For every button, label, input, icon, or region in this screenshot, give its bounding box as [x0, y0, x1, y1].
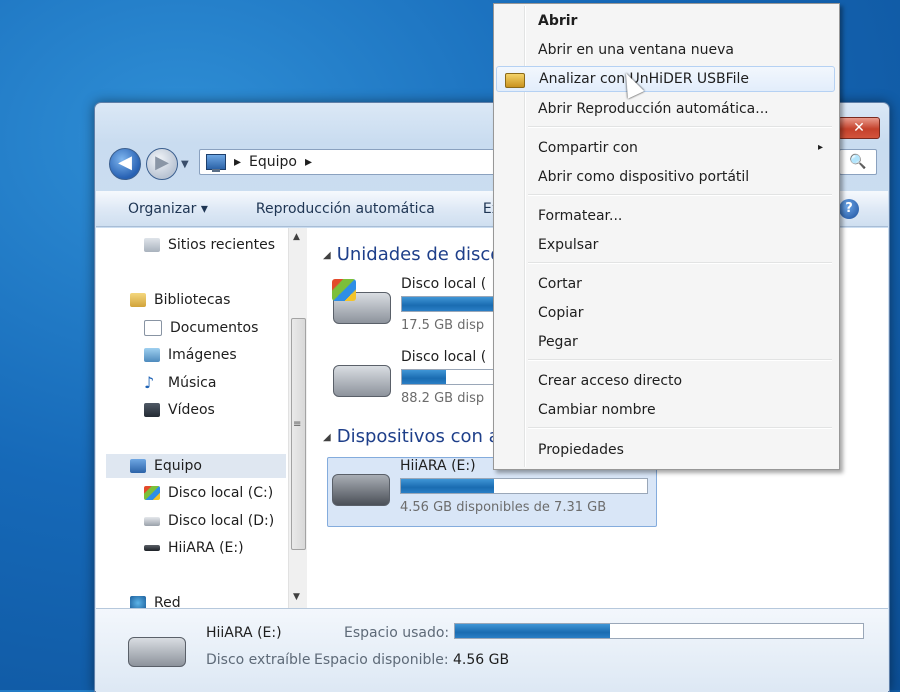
sidebar-item-computer[interactable]: Equipo	[106, 454, 286, 478]
menu-item-autoplay[interactable]: Abrir Reproducción automática...	[496, 96, 835, 122]
windows-drive-icon	[144, 486, 160, 500]
computer-icon	[130, 459, 146, 473]
recent-pages-dropdown-icon[interactable]: ▼	[181, 159, 189, 170]
breadcrumb-separator[interactable]: ▸	[305, 154, 312, 170]
grip-icon: ≡	[293, 419, 302, 430]
collapse-icon[interactable]: ◢	[323, 432, 331, 443]
details-drive-type: Disco extraíble	[206, 652, 311, 668]
sidebar-item-music[interactable]: ♪ Música	[144, 371, 216, 395]
address-bar[interactable]: ▸ Equipo ▸	[199, 149, 507, 175]
sidebar-item-pictures[interactable]: Imágenes	[144, 343, 237, 367]
capacity-fill	[401, 479, 495, 493]
free-space-label: Espacio disponible:	[314, 652, 449, 668]
search-icon: 🔍	[849, 154, 867, 170]
used-space-bar	[454, 623, 864, 639]
menu-item-scan-unhider[interactable]: Analizar con UnHiDER USBFile	[496, 66, 835, 92]
group-header-removable[interactable]: ◢ Dispositivos con a	[323, 426, 500, 447]
group-header-hard-disks[interactable]: ◢ Unidades de disco	[323, 244, 501, 265]
menu-separator	[528, 359, 832, 361]
sidebar-item-recent-places[interactable]: Sitios recientes	[144, 233, 275, 257]
usb-drive-icon	[332, 474, 390, 506]
usb-drive-icon	[144, 545, 160, 551]
navigation-pane: Sitios recientes Bibliotecas Documentos …	[96, 228, 313, 608]
music-icon: ♪	[144, 373, 155, 392]
menu-item-open-new-window[interactable]: Abrir en una ventana nueva	[496, 37, 835, 63]
menu-item-format[interactable]: Formatear...	[496, 203, 835, 229]
menu-separator	[528, 427, 832, 429]
drive-icon	[333, 365, 391, 397]
scroll-up-icon[interactable]: ▲	[293, 232, 300, 242]
network-icon	[130, 596, 146, 608]
help-icon[interactable]: ?	[839, 199, 859, 219]
sidebar-item-drive-e[interactable]: HiiARA (E:)	[144, 536, 244, 560]
menu-item-open[interactable]: Abrir	[496, 8, 835, 34]
menu-item-share-with[interactable]: Compartir con ▸	[496, 135, 835, 161]
menu-item-properties[interactable]: Propiedades	[496, 437, 835, 463]
usb-drive-icon	[128, 637, 186, 667]
sidebar-item-network[interactable]: Red	[130, 591, 181, 608]
sidebar-item-drive-c[interactable]: Disco local (C:)	[144, 481, 273, 505]
details-pane: HiiARA (E:) Disco extraíble Espacio usad…	[96, 608, 888, 692]
sidebar-item-documents[interactable]: Documentos	[144, 316, 258, 340]
organize-button[interactable]: Organizar ▾	[128, 201, 208, 217]
autoplay-button[interactable]: Reproducción automática	[256, 201, 435, 217]
navigation-scrollbar[interactable]: ▲ ≡ ▼	[288, 228, 307, 608]
sidebar-item-videos[interactable]: Vídeos	[144, 398, 215, 422]
used-space-label: Espacio usado:	[344, 625, 450, 641]
capacity-fill	[402, 370, 447, 384]
menu-separator	[528, 262, 832, 264]
menu-item-create-shortcut[interactable]: Crear acceso directo	[496, 368, 835, 394]
submenu-arrow-icon: ▸	[817, 142, 823, 153]
collapse-icon[interactable]: ◢	[323, 250, 331, 261]
menu-item-eject[interactable]: Expulsar	[496, 232, 835, 258]
recent-places-icon	[144, 238, 160, 252]
libraries-icon	[130, 293, 146, 307]
breadcrumb-separator[interactable]: ▸	[234, 154, 241, 170]
search-input[interactable]: 🔍	[839, 149, 877, 175]
scrollbar-thumb[interactable]: ≡	[291, 318, 306, 550]
menu-separator	[528, 126, 832, 128]
capacity-bar	[400, 478, 648, 494]
sidebar-item-drive-d[interactable]: Disco local (D:)	[144, 509, 274, 533]
videos-icon	[144, 403, 160, 417]
windows-drive-icon	[332, 279, 391, 324]
computer-icon	[206, 154, 226, 172]
free-space-value: 4.56 GB	[453, 652, 510, 668]
context-menu: Abrir Abrir en una ventana nueva Analiza…	[493, 3, 840, 470]
menu-item-copy[interactable]: Copiar	[496, 300, 835, 326]
drive-icon	[144, 516, 160, 526]
menu-item-rename[interactable]: Cambiar nombre	[496, 397, 835, 423]
close-button[interactable]: ✕	[838, 117, 880, 139]
menu-item-open-portable[interactable]: Abrir como dispositivo portátil	[496, 164, 835, 190]
pictures-icon	[144, 348, 160, 362]
back-button[interactable]: ◀	[109, 148, 141, 180]
forward-button[interactable]: ▶	[146, 148, 178, 180]
scroll-down-icon[interactable]: ▼	[293, 592, 300, 602]
menu-separator	[528, 194, 832, 196]
documents-icon	[144, 320, 162, 336]
details-drive-name: HiiARA (E:)	[206, 625, 282, 641]
unhider-icon	[505, 73, 525, 88]
used-space-fill	[455, 624, 611, 638]
sidebar-item-libraries[interactable]: Bibliotecas	[130, 288, 230, 312]
menu-item-paste[interactable]: Pegar	[496, 329, 835, 355]
breadcrumb-equipo[interactable]: Equipo	[249, 154, 297, 170]
menu-item-cut[interactable]: Cortar	[496, 271, 835, 297]
